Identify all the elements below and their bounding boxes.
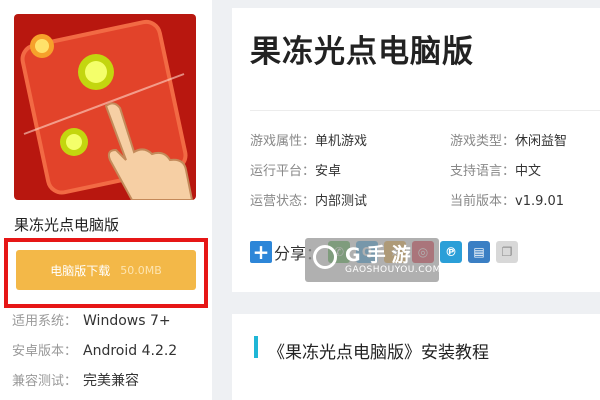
attr-key: 游戏类型 (450, 134, 503, 149)
section-title: 《果冻光点电脑版》安装教程 (268, 343, 489, 363)
attr-platform: 运行平台：安卓 (250, 164, 342, 179)
info-android: 安卓版本： Android 4.2.2 (12, 340, 177, 359)
attr-language: 支持语言：中文 (450, 164, 542, 179)
watermark-brand: G手游 (345, 244, 417, 266)
attr-key: 支持语言 (450, 164, 503, 179)
section-accent-bar (254, 336, 258, 358)
watermark-domain: GAOSHOUYOU.COM (345, 265, 441, 275)
attr-key: 游戏属性 (250, 134, 303, 149)
download-highlight-box: 电脑版下载 50.0MB (4, 238, 208, 308)
attr-game-type: 游戏类型：休闲益智 (450, 134, 568, 149)
attr-version: 当前版本：v1.9.01 (450, 194, 565, 209)
attr-status: 运营状态：内部测试 (250, 194, 368, 209)
app-summary-card: 果冻光点电脑版 电脑版下载 50.0MB 适用系统： Windows 7+ 安卓版… (0, 0, 212, 400)
pc-download-button[interactable]: 电脑版下载 50.0MB (16, 250, 196, 290)
attr-value: v1.9.01 (515, 194, 565, 209)
attr-value: 单机游戏 (315, 134, 368, 149)
attr-key: 运营状态 (250, 194, 303, 209)
attr-game-property: 游戏属性：单机游戏 (250, 134, 368, 149)
download-size: 50.0MB (120, 263, 162, 277)
download-label: 电脑版下载 (50, 263, 111, 278)
app-icon[interactable] (14, 14, 196, 200)
attr-key: 当前版本 (450, 194, 503, 209)
attr-value: 内部测试 (315, 194, 368, 209)
info-system: 适用系统： Windows 7+ (12, 310, 171, 329)
info-value: Windows 7+ (83, 313, 171, 329)
page-title: 果冻光点电脑版 (250, 34, 474, 70)
info-value: 完美兼容 (83, 373, 140, 389)
info-key: 兼容测试： (12, 374, 78, 389)
attr-value: 中文 (515, 164, 542, 179)
tencent-weibo-icon[interactable]: ℗ (440, 241, 463, 263)
watermark-logo-icon (313, 245, 337, 269)
install-guide-card: 《果冻光点电脑版》安装教程 (232, 314, 600, 400)
info-key: 适用系统： (12, 314, 78, 329)
info-value: Android 4.2.2 (83, 343, 178, 359)
info-key: 安卓版本： (12, 344, 78, 359)
info-compat: 兼容测试： 完美兼容 (12, 370, 139, 390)
divider (250, 110, 600, 111)
print-icon[interactable]: ▤ (468, 241, 491, 263)
app-name: 果冻光点电脑版 (14, 216, 120, 234)
attr-value: 休闲益智 (515, 134, 568, 149)
share-plus-icon[interactable]: + (250, 241, 272, 263)
attr-value: 安卓 (315, 164, 342, 179)
attr-key: 运行平台 (250, 164, 303, 179)
site-watermark: G手游 GAOSHOUYOU.COM (305, 238, 441, 282)
copy-icon[interactable]: ❐ (496, 241, 519, 263)
